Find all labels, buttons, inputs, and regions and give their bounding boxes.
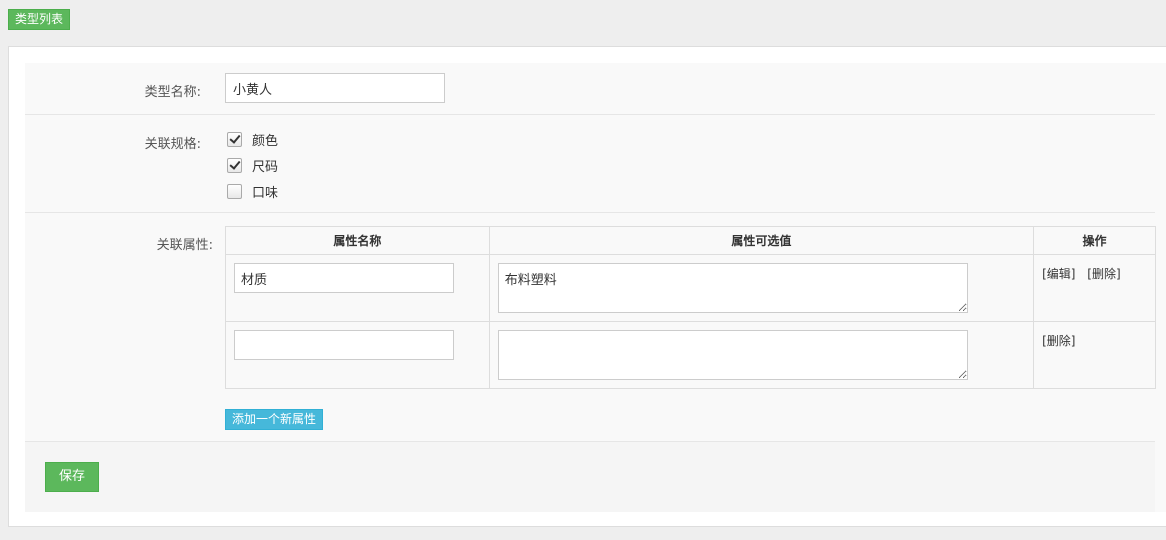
spec-option-color[interactable]: 颜色 [227, 131, 279, 149]
table-row: 布料塑料 [编辑] [删除] [225, 254, 1156, 322]
attr-name-input[interactable] [234, 330, 454, 360]
type-name-label: 类型名称: [144, 85, 201, 100]
spec-flavor-checkbox[interactable] [227, 183, 242, 199]
attr-values-textarea[interactable] [497, 330, 968, 380]
form-footer: 保存 [25, 441, 1155, 512]
attr-values-cell: 布料塑料 [488, 254, 1035, 322]
attributes-header-row: 属性名称 属性可选值 操作 [225, 226, 1156, 255]
delete-link[interactable]: [删除] [1087, 267, 1120, 281]
type-name-row: 类型名称: [25, 63, 1155, 115]
attr-name-input[interactable] [234, 263, 454, 293]
form-panel: 类型名称: 关联规格: 颜色 尺码 口味 关联属性: 属性名 [8, 46, 1166, 527]
add-attribute-button[interactable]: 添加一个新属性 [225, 409, 323, 430]
header-actions: 操作 [1033, 226, 1156, 255]
form-body: 类型名称: 关联规格: 颜色 尺码 口味 关联属性: 属性名 [25, 63, 1166, 512]
delete-link[interactable]: [删除] [1042, 334, 1075, 348]
save-button[interactable]: 保存 [45, 462, 99, 492]
header-attr-name: 属性名称 [225, 226, 490, 255]
edit-link[interactable]: [编辑] [1042, 267, 1075, 281]
attributes-table: 属性名称 属性可选值 操作 布料塑料 [编辑] [删除 [225, 226, 1156, 389]
attributes-label: 关联属性: [156, 238, 213, 253]
spec-size-checkbox[interactable] [227, 157, 242, 173]
table-row: [删除] [225, 321, 1156, 389]
spec-option-size[interactable]: 尺码 [227, 157, 279, 175]
spec-size-label: 尺码 [252, 159, 279, 175]
attr-actions-cell: [编辑] [删除] [1033, 254, 1156, 322]
type-list-button[interactable]: 类型列表 [8, 9, 70, 30]
header-attr-values: 属性可选值 [488, 226, 1035, 255]
spec-color-label: 颜色 [252, 133, 279, 149]
attr-name-cell [225, 254, 490, 322]
spec-option-flavor[interactable]: 口味 [227, 183, 279, 201]
attr-values-textarea[interactable]: 布料塑料 [497, 263, 968, 313]
spec-flavor-label: 口味 [252, 185, 279, 201]
specs-label: 关联规格: [144, 137, 201, 152]
type-name-input[interactable] [225, 73, 445, 103]
attr-values-cell [488, 321, 1035, 389]
attr-name-cell [225, 321, 490, 389]
spec-color-checkbox[interactable] [227, 131, 242, 147]
attr-actions-cell: [删除] [1033, 321, 1156, 389]
specs-row: 关联规格: 颜色 尺码 口味 [25, 115, 1155, 213]
